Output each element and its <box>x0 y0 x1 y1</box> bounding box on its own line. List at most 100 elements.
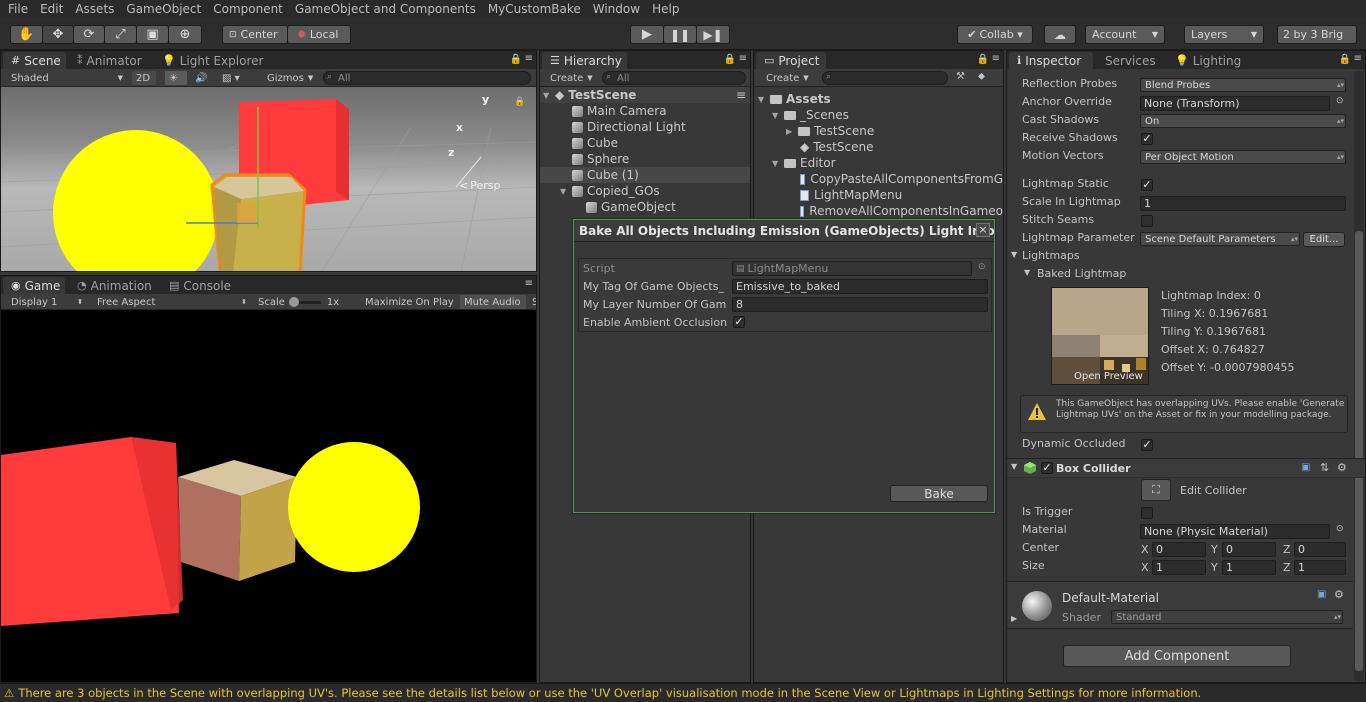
help-icon[interactable]: ▣ <box>1301 462 1310 473</box>
lock-icon[interactable]: 🔒 <box>510 54 522 65</box>
cloud-button[interactable]: ☁ <box>1044 25 1076 44</box>
hand-tool-button[interactable]: ✋ <box>10 25 43 44</box>
size-z-field[interactable]: 1 <box>1294 560 1346 575</box>
project-scene-asset[interactable]: ◆ TestScene <box>754 139 1003 155</box>
hierarchy-item[interactable]: Cube <box>540 135 750 151</box>
layers-dropdown[interactable]: Layers ▼ <box>1184 25 1264 44</box>
object-picker-icon[interactable]: ⊙ <box>1336 524 1344 534</box>
hierarchy-item-selected[interactable]: Cube (1) <box>540 167 750 183</box>
tab-game[interactable]: ◉ Game <box>3 277 65 294</box>
scene-search-input[interactable]: ⌕ All <box>323 71 531 85</box>
gear-icon[interactable]: ⚙ <box>1334 588 1344 601</box>
project-folder[interactable]: ▼ _Scenes <box>754 107 1003 123</box>
menu-help[interactable]: Help <box>652 2 679 16</box>
preset-icon[interactable]: ⇅ <box>1320 461 1329 474</box>
box-collider-header[interactable]: ▼ ✓ Box Collider ▣ ⇅ ⚙ <box>1007 458 1365 478</box>
tab-light-explorer[interactable]: 💡 Light Explorer <box>154 52 264 69</box>
project-folder[interactable]: ▶ TestScene <box>754 123 1003 139</box>
gizmo-lock-icon[interactable]: 🔒 <box>514 97 525 107</box>
scale-tool-button[interactable]: ⤢ <box>104 25 137 44</box>
layout-dropdown[interactable]: 2 by 3 Brig <box>1277 25 1357 44</box>
shader-dropdown[interactable]: Standard <box>1111 610 1343 624</box>
step-button[interactable]: ▶❚ <box>696 25 730 44</box>
menu-icon[interactable]: ≡ <box>1354 53 1362 64</box>
account-dropdown[interactable]: Account ▼ <box>1085 25 1165 44</box>
stitch-seams-checkbox[interactable] <box>1141 215 1153 227</box>
display-dropdown[interactable]: Display 1 ⬍ <box>7 295 87 309</box>
gear-icon[interactable]: ⚙ <box>1337 461 1347 474</box>
pivot-local-toggle[interactable]: ⬢ Local <box>287 25 351 44</box>
tab-project[interactable]: ▭ Project <box>756 52 826 69</box>
reflection-probes-dropdown[interactable]: Blend Probes <box>1140 78 1346 92</box>
scene-viewport[interactable]: y x z 🔒 < Persp <box>1 87 536 271</box>
menu-gameobject[interactable]: GameObject <box>126 2 201 16</box>
move-tool-button[interactable]: ✥ <box>42 25 74 44</box>
filter-type-icon[interactable]: ⚒ <box>956 71 965 82</box>
hierarchy-scene-row[interactable]: ▼ ◆ TestScene ≡ <box>540 87 750 103</box>
pivot-center-toggle[interactable]: ⊡ Center <box>222 25 288 44</box>
project-script[interactable]: RemoveAllComponentsInGameo <box>754 203 1003 219</box>
center-z-field[interactable]: 0 <box>1294 542 1346 557</box>
hierarchy-item[interactable]: ▼ Copied_GOs <box>540 183 750 199</box>
effects-dropdown[interactable]: ▨ ▾ <box>218 71 252 85</box>
menu-assets[interactable]: Assets <box>75 2 114 16</box>
menu-mycustombake[interactable]: MyCustomBake <box>488 2 581 16</box>
filter-label-icon[interactable]: ⬥ <box>978 71 985 82</box>
transform-tool-button[interactable]: ⊕ <box>168 25 202 44</box>
anchor-override-field[interactable]: None (Transform) <box>1140 96 1330 111</box>
2d-toggle[interactable]: 2D <box>132 71 156 85</box>
scale-control[interactable]: Scale 1x <box>254 295 354 309</box>
receive-shadows-checkbox[interactable]: ✓ <box>1141 133 1153 145</box>
pause-button[interactable]: ❚❚ <box>663 25 697 44</box>
menu-icon[interactable]: ≡ <box>739 53 747 64</box>
menu-window[interactable]: Window <box>593 2 640 16</box>
stats-toggle[interactable]: S <box>528 295 536 309</box>
project-assets-folder[interactable]: ▼ Assets <box>754 91 1003 107</box>
menu-gameobject-and-components[interactable]: GameObject and Components <box>295 2 476 16</box>
lightmap-static-checkbox[interactable]: ✓ <box>1141 179 1153 191</box>
tab-animation[interactable]: ◔ Animation <box>69 277 157 294</box>
menu-icon[interactable]: ≡ <box>525 278 533 289</box>
add-component-button[interactable]: Add Component <box>1063 645 1291 667</box>
menu-icon[interactable]: ≡ <box>525 53 533 64</box>
ambient-occlusion-checkbox[interactable]: ✓ <box>733 316 745 328</box>
size-x-field[interactable]: 1 <box>1152 560 1206 575</box>
is-trigger-checkbox[interactable] <box>1141 507 1153 519</box>
tag-input[interactable]: Emissive_to_baked <box>732 279 988 294</box>
hierarchy-create-dropdown[interactable]: Create ▼ <box>546 71 600 85</box>
hierarchy-search-input[interactable]: ⌕ All <box>602 71 746 85</box>
project-search-input[interactable]: ⌕ <box>822 71 948 85</box>
menu-file[interactable]: File <box>8 2 28 16</box>
audio-toggle[interactable]: 🔊 <box>191 71 213 85</box>
center-x-field[interactable]: 0 <box>1152 542 1206 557</box>
edit-collider-button[interactable]: ⛶ <box>1141 479 1171 501</box>
material-field[interactable]: None (Physic Material) <box>1140 524 1330 539</box>
baked-lightmap-foldout[interactable]: ▼ Baked Lightmap <box>1007 267 1365 285</box>
size-y-field[interactable]: 1 <box>1222 560 1276 575</box>
lightmap-preview[interactable]: Open Preview <box>1051 287 1149 385</box>
lightmaps-foldout[interactable]: ▼ Lightmaps <box>1007 249 1365 267</box>
play-button[interactable]: ▶ <box>630 25 664 44</box>
center-y-field[interactable]: 0 <box>1222 542 1276 557</box>
cast-shadows-dropdown[interactable]: On <box>1140 114 1346 128</box>
rotate-tool-button[interactable]: ⟳ <box>73 25 105 44</box>
menu-component[interactable]: Component <box>213 2 283 16</box>
tab-inspector[interactable]: ℹ Inspector <box>1009 52 1093 69</box>
tab-scene[interactable]: # Scene <box>3 52 66 69</box>
gizmos-dropdown[interactable]: Gizmos ▼ <box>263 71 319 85</box>
hierarchy-item[interactable]: GameObject <box>540 199 750 215</box>
lock-icon[interactable]: 🔒 <box>724 54 736 65</box>
shading-mode-dropdown[interactable]: Shaded ▼ <box>7 71 127 85</box>
project-folder[interactable]: ▼ Editor <box>754 155 1003 171</box>
motion-vectors-dropdown[interactable]: Per Object Motion <box>1140 150 1346 164</box>
lock-icon[interactable]: 🔒 <box>1339 54 1351 65</box>
menu-edit[interactable]: Edit <box>40 2 63 16</box>
rect-tool-button[interactable]: ▣ <box>136 25 169 44</box>
project-script[interactable]: CopyPasteAllComponentsFromG <box>754 171 1003 187</box>
maximize-on-play-toggle[interactable]: Maximize On Play <box>361 295 459 309</box>
project-create-dropdown[interactable]: Create ▼ <box>762 71 816 85</box>
lightmap-parameter-dropdown[interactable]: Scene Default Parameters <box>1140 232 1300 246</box>
mute-audio-toggle[interactable]: Mute Audio <box>460 295 526 309</box>
status-bar[interactable]: ⚠ There are 3 objects in the Scene with … <box>0 683 1366 702</box>
lighting-toggle[interactable]: ☀ <box>165 71 187 85</box>
